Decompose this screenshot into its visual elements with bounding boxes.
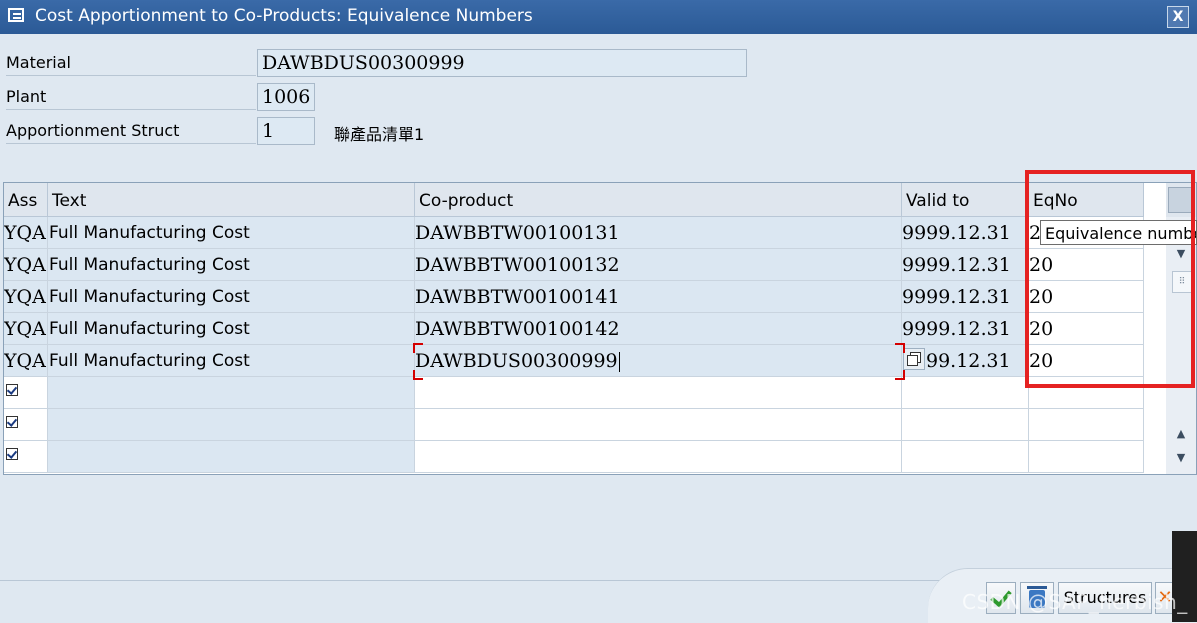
- text-cell: [48, 377, 415, 409]
- eqno-cell[interactable]: [1029, 409, 1144, 441]
- ass-cell: YQA: [4, 217, 48, 249]
- valid-to-cell: [902, 377, 1029, 409]
- table-row[interactable]: YQA Full Manufacturing Cost DAWBBTW00100…: [4, 313, 1144, 345]
- coproduct-cell[interactable]: [415, 377, 902, 409]
- valid-to-cell: 9999.12.31: [902, 281, 1029, 313]
- coproduct-cell-focused[interactable]: DAWBDUS00300999: [415, 345, 902, 377]
- column-header-ass[interactable]: Ass: [4, 183, 48, 217]
- text-cursor: [618, 352, 620, 372]
- eqno-cell[interactable]: [1029, 441, 1144, 473]
- valid-to-cell: 9999.12.31: [902, 249, 1029, 281]
- focus-corner-bl: [413, 370, 423, 380]
- valid-to-cell: [902, 409, 1029, 441]
- coproduct-value: DAWBDUS00300999: [415, 350, 618, 372]
- equivalence-table: Ass Text Co-product Valid to EqNo YQA Fu…: [3, 182, 1197, 475]
- text-cell: Full Manufacturing Cost: [48, 249, 415, 281]
- plant-label: Plant: [6, 85, 256, 110]
- checkbox-icon[interactable]: [6, 384, 18, 396]
- scroll-down-icon[interactable]: ▼: [1170, 449, 1192, 467]
- ass-cell: YQA: [4, 313, 48, 345]
- coproduct-cell[interactable]: [415, 409, 902, 441]
- table-row[interactable]: YQA Full Manufacturing Cost DAWBBTW00100…: [4, 217, 1144, 249]
- material-field[interactable]: DAWBDUS00300999: [257, 49, 747, 77]
- checkbox-icon[interactable]: [6, 448, 18, 460]
- focus-corner-tl: [413, 343, 423, 353]
- apportionment-struct-description: 聯產品清單1: [334, 125, 425, 144]
- apportionment-struct-field[interactable]: 1: [257, 117, 315, 145]
- table-row-empty[interactable]: [4, 377, 1144, 409]
- title-bar: Cost Apportionment to Co-Products: Equiv…: [0, 0, 1197, 34]
- footer-divider: [0, 580, 940, 581]
- row-select-cell[interactable]: [4, 441, 48, 473]
- window-title: Cost Apportionment to Co-Products: Equiv…: [35, 6, 533, 26]
- coproduct-cell[interactable]: [415, 441, 902, 473]
- value-help-button[interactable]: [903, 348, 925, 370]
- focus-corner-tr: [895, 343, 905, 353]
- table-row[interactable]: YQA Full Manufacturing Cost DAWBBTW00100…: [4, 249, 1144, 281]
- scroll-up-icon[interactable]: ▲: [1170, 425, 1192, 443]
- valid-to-cell: 9999.12.31: [902, 313, 1029, 345]
- text-cell: Full Manufacturing Cost: [48, 281, 415, 313]
- text-cell: [48, 441, 415, 473]
- row-select-cell[interactable]: [4, 377, 48, 409]
- column-header-coproduct[interactable]: Co-product: [415, 183, 902, 217]
- checkbox-icon[interactable]: [6, 416, 18, 428]
- ass-cell: YQA: [4, 281, 48, 313]
- eqno-highlight-box: [1025, 170, 1195, 388]
- table-row-empty[interactable]: [4, 441, 1144, 473]
- close-button[interactable]: X: [1167, 6, 1189, 28]
- valid-to-cell: [902, 441, 1029, 473]
- table-row-empty[interactable]: [4, 409, 1144, 441]
- text-cell: Full Manufacturing Cost: [48, 313, 415, 345]
- focus-corner-br: [895, 370, 905, 380]
- coproduct-cell[interactable]: DAWBBTW00100142: [415, 313, 902, 345]
- watermark: CSDN @SAP_herbish_: [962, 590, 1188, 614]
- text-cell: [48, 409, 415, 441]
- table-row[interactable]: YQA Full Manufacturing Cost DAWBBTW00100…: [4, 281, 1144, 313]
- table-row[interactable]: YQA Full Manufacturing Cost DAWBDUS00300…: [4, 345, 1144, 377]
- text-cell: Full Manufacturing Cost: [48, 217, 415, 249]
- row-select-cell[interactable]: [4, 409, 48, 441]
- text-cell: Full Manufacturing Cost: [48, 345, 415, 377]
- apportionment-struct-label: Apportionment Struct: [6, 119, 256, 144]
- coproduct-cell[interactable]: DAWBBTW00100132: [415, 249, 902, 281]
- column-header-text[interactable]: Text: [48, 183, 415, 217]
- window-icon: [8, 8, 24, 22]
- plant-field[interactable]: 1006: [257, 83, 315, 111]
- material-label: Material: [6, 51, 256, 76]
- column-header-valid-to[interactable]: Valid to: [902, 183, 1029, 217]
- coproduct-cell[interactable]: DAWBBTW00100141: [415, 281, 902, 313]
- ass-cell: YQA: [4, 249, 48, 281]
- valid-to-cell: 9999.12.31: [902, 217, 1029, 249]
- coproduct-cell[interactable]: DAWBBTW00100131: [415, 217, 902, 249]
- ass-cell: YQA: [4, 345, 48, 377]
